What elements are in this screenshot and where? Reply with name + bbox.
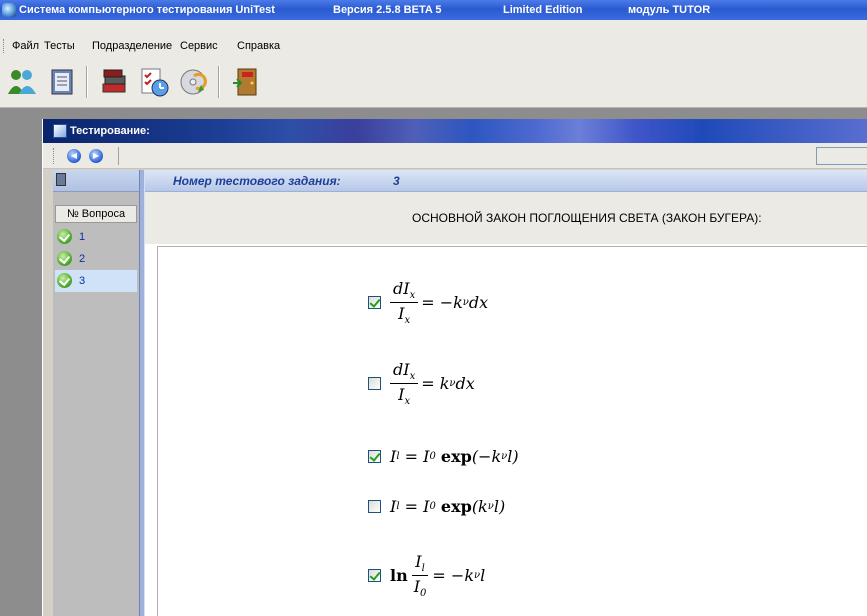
- app-window: Система компьютерного тестирования UniTe…: [0, 0, 867, 616]
- answer-checkbox[interactable]: [368, 500, 381, 513]
- next-question-icon[interactable]: ▶: [89, 149, 103, 163]
- exit-door-icon[interactable]: [228, 64, 264, 100]
- title-version: Версия 2.5.8 BETA 5: [333, 4, 442, 16]
- answer-formula: Il = I0 exp (k ν l): [390, 497, 506, 516]
- answer-checkbox[interactable]: [368, 296, 381, 310]
- question-number-label: Номер тестового задания:: [173, 174, 341, 188]
- title-edition: Limited Edition: [503, 4, 583, 16]
- answer-option[interactable]: dIx Ix = −k ν dx: [368, 279, 488, 326]
- answer-formula: dIx Ix = −k ν dx: [390, 279, 488, 326]
- testing-window-title: Тестирование:: [70, 125, 150, 137]
- toolbar-separator-2: [218, 66, 220, 98]
- app-icon: [2, 3, 16, 17]
- answer-option[interactable]: ln Il I0 = −k ν l: [368, 552, 485, 599]
- toolbar-separator: [86, 66, 88, 98]
- menu-help[interactable]: Справка: [237, 36, 280, 56]
- nav-separator: [118, 147, 119, 165]
- menu-grip: [3, 39, 6, 53]
- question-list-header: [53, 170, 139, 192]
- question-topic: ОСНОВНОЙ ЗАКОН ПОГЛОЩЕНИЯ СВЕТА (ЗАКОН Б…: [412, 211, 762, 225]
- menu-tests[interactable]: Тесты: [44, 36, 75, 56]
- question-number-column-header[interactable]: № Вопроса: [55, 205, 137, 223]
- answer-formula: Il = I0 exp (−k ν l): [390, 447, 519, 466]
- nav-grip: [53, 148, 56, 164]
- title-bar: Система компьютерного тестирования UniTe…: [0, 0, 867, 20]
- answered-check-icon: [57, 229, 72, 244]
- menu-file[interactable]: Файл: [12, 36, 39, 56]
- answer-checkbox[interactable]: [368, 569, 381, 583]
- book-stack-icon[interactable]: [96, 64, 132, 100]
- answer-formula: ln Il I0 = −k ν l: [390, 552, 486, 600]
- question-list-item[interactable]: 2: [55, 248, 137, 270]
- nav-field[interactable]: [816, 147, 867, 165]
- list-icon: [56, 173, 66, 186]
- question-header: Номер тестового задания: 3: [145, 170, 867, 192]
- previous-question-icon[interactable]: ◀: [67, 149, 81, 163]
- answer-option[interactable]: dIx Ix = k ν dx: [368, 360, 475, 407]
- cd-refresh-icon[interactable]: [176, 64, 212, 100]
- notebook-icon[interactable]: [44, 64, 80, 100]
- menu-service[interactable]: Сервис: [180, 36, 218, 56]
- testing-window-icon: [53, 124, 67, 138]
- question-area: Номер тестового задания: 3 ОСНОВНОЙ ЗАКО…: [145, 170, 867, 616]
- question-number-value: 3: [393, 174, 400, 188]
- question-number: 2: [79, 253, 86, 265]
- title-module: модуль TUTOR: [628, 4, 711, 16]
- answer-checkbox[interactable]: [368, 450, 381, 463]
- navigation-toolbar: ◀ ▶: [43, 143, 867, 169]
- answer-option[interactable]: Il = I0 exp (−k ν l): [368, 447, 519, 466]
- answer-formula: dIx Ix = k ν dx: [390, 360, 475, 407]
- testing-window: Тестирование: ◀ ▶ № Вопроса 1 2 3 Номер …: [42, 119, 867, 616]
- question-topic-area: ОСНОВНОЙ ЗАКОН ПОГЛОЩЕНИЯ СВЕТА (ЗАКОН Б…: [145, 192, 867, 244]
- question-list-panel: № Вопроса 1 2 3: [53, 170, 139, 616]
- answered-check-icon: [57, 251, 72, 266]
- menu-division[interactable]: Подразделение: [92, 36, 172, 56]
- checklist-clock-icon[interactable]: [136, 64, 172, 100]
- question-list-item-selected[interactable]: 3: [55, 270, 137, 292]
- question-number: 1: [79, 231, 86, 243]
- answers-list: dIx Ix = −k ν dx dIx Ix = k ν dx Il = I0 exp (−k ν…: [157, 246, 867, 616]
- toolbar: [0, 56, 867, 108]
- question-list-item[interactable]: 1: [55, 226, 137, 248]
- answer-checkbox[interactable]: [368, 377, 381, 391]
- users-icon[interactable]: [4, 64, 40, 100]
- question-number: 3: [79, 275, 86, 287]
- title-app: Система компьютерного тестирования UniTe…: [19, 4, 275, 16]
- menu-bar: Файл Тесты Подразделение Сервис Справка: [0, 36, 867, 56]
- testing-window-title-bar: Тестирование:: [43, 119, 867, 143]
- menubar-spacer: [0, 20, 867, 36]
- answer-option[interactable]: Il = I0 exp (k ν l): [368, 497, 505, 516]
- answered-check-icon: [57, 273, 72, 288]
